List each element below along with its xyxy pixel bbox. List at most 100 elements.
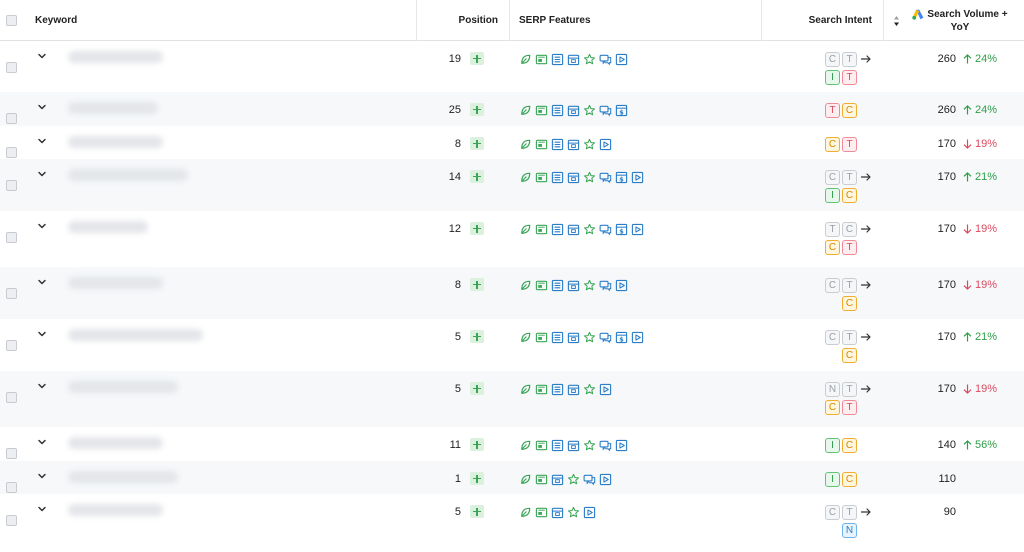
organic-leaf-icon[interactable] [519,383,532,396]
keyword-text-blurred[interactable] [68,504,163,516]
video-icon[interactable] [583,506,596,519]
table-row[interactable]: 12 $ T C C T 170 19% [0,211,1024,267]
chevron-down-icon[interactable] [37,221,47,231]
column-header-keyword[interactable]: Keyword [35,0,77,41]
add-position-button[interactable] [470,137,484,150]
keyword-text-blurred[interactable] [68,277,163,289]
reviews-star-icon[interactable] [583,331,596,344]
reviews-star-icon[interactable] [583,439,596,452]
sort-icon[interactable] [890,0,902,41]
reviews-star-icon[interactable] [583,104,596,117]
video-icon[interactable] [615,53,628,66]
row-checkbox[interactable] [6,62,17,73]
chevron-down-icon[interactable] [37,471,47,481]
organic-leaf-icon[interactable] [519,331,532,344]
chevron-down-icon[interactable] [37,437,47,447]
table-row[interactable]: 19 C T I T 260 24% [0,41,1024,92]
image-pack-icon[interactable] [535,506,548,519]
shopping-dollar-icon[interactable]: $ [615,331,628,344]
organic-leaf-icon[interactable] [519,473,532,486]
keyword-text-blurred[interactable] [68,381,178,393]
organic-leaf-icon[interactable] [519,53,532,66]
events-calendar-icon[interactable] [551,473,564,486]
add-position-button[interactable] [470,222,484,235]
image-pack-icon[interactable] [535,473,548,486]
keyword-text-blurred[interactable] [68,102,158,114]
people-also-ask-icon[interactable] [599,223,612,236]
organic-leaf-icon[interactable] [519,138,532,151]
events-calendar-icon[interactable] [567,279,580,292]
organic-leaf-icon[interactable] [519,223,532,236]
featured-list-icon[interactable] [551,279,564,292]
row-checkbox[interactable] [6,340,17,351]
row-checkbox[interactable] [6,180,17,191]
video-icon[interactable] [631,171,644,184]
featured-list-icon[interactable] [551,383,564,396]
featured-list-icon[interactable] [551,223,564,236]
organic-leaf-icon[interactable] [519,171,532,184]
add-position-button[interactable] [470,278,484,291]
keyword-text-blurred[interactable] [68,136,163,148]
video-icon[interactable] [599,473,612,486]
reviews-star-icon[interactable] [583,279,596,292]
shopping-dollar-icon[interactable]: $ [615,223,628,236]
column-header-position[interactable]: Position [416,0,498,41]
add-position-button[interactable] [470,505,484,518]
image-pack-icon[interactable] [535,383,548,396]
chevron-down-icon[interactable] [37,504,47,514]
people-also-ask-icon[interactable] [599,331,612,344]
image-pack-icon[interactable] [535,223,548,236]
featured-list-icon[interactable] [551,104,564,117]
row-checkbox[interactable] [6,113,17,124]
featured-list-icon[interactable] [551,439,564,452]
image-pack-icon[interactable] [535,171,548,184]
row-checkbox[interactable] [6,392,17,403]
keyword-text-blurred[interactable] [68,329,203,341]
video-icon[interactable] [599,383,612,396]
events-calendar-icon[interactable] [567,383,580,396]
table-row[interactable]: 5 C T N 90 [0,494,1024,546]
people-also-ask-icon[interactable] [599,104,612,117]
add-position-button[interactable] [470,103,484,116]
video-icon[interactable] [615,439,628,452]
events-calendar-icon[interactable] [567,53,580,66]
events-calendar-icon[interactable] [567,439,580,452]
chevron-down-icon[interactable] [37,381,47,391]
people-also-ask-icon[interactable] [599,171,612,184]
people-also-ask-icon[interactable] [599,279,612,292]
featured-list-icon[interactable] [551,53,564,66]
organic-leaf-icon[interactable] [519,104,532,117]
table-row[interactable]: 8 C T C 170 19% [0,267,1024,319]
events-calendar-icon[interactable] [567,331,580,344]
featured-list-icon[interactable] [551,138,564,151]
column-header-search-volume[interactable]: Search Volume + YoY [905,0,1015,41]
image-pack-icon[interactable] [535,279,548,292]
chevron-down-icon[interactable] [37,277,47,287]
table-row[interactable]: 14 $ C T I C 170 21% [0,159,1024,211]
chevron-down-icon[interactable] [37,51,47,61]
keyword-text-blurred[interactable] [68,221,148,233]
shopping-dollar-icon[interactable]: $ [615,104,628,117]
people-also-ask-icon[interactable] [599,439,612,452]
chevron-down-icon[interactable] [37,169,47,179]
events-calendar-icon[interactable] [551,506,564,519]
featured-list-icon[interactable] [551,331,564,344]
table-row[interactable]: 5 $ C T C 170 21% [0,319,1024,371]
add-position-button[interactable] [470,472,484,485]
reviews-star-icon[interactable] [583,223,596,236]
events-calendar-icon[interactable] [567,138,580,151]
image-pack-icon[interactable] [535,138,548,151]
people-also-ask-icon[interactable] [599,53,612,66]
reviews-star-icon[interactable] [567,506,580,519]
add-position-button[interactable] [470,382,484,395]
reviews-star-icon[interactable] [583,171,596,184]
column-header-search-intent[interactable]: Search Intent [761,0,872,41]
add-position-button[interactable] [470,170,484,183]
table-row[interactable]: 1 I C 110 [0,461,1024,494]
shopping-dollar-icon[interactable]: $ [615,171,628,184]
keyword-text-blurred[interactable] [68,51,163,63]
reviews-star-icon[interactable] [583,383,596,396]
image-pack-icon[interactable] [535,53,548,66]
people-also-ask-icon[interactable] [583,473,596,486]
organic-leaf-icon[interactable] [519,439,532,452]
